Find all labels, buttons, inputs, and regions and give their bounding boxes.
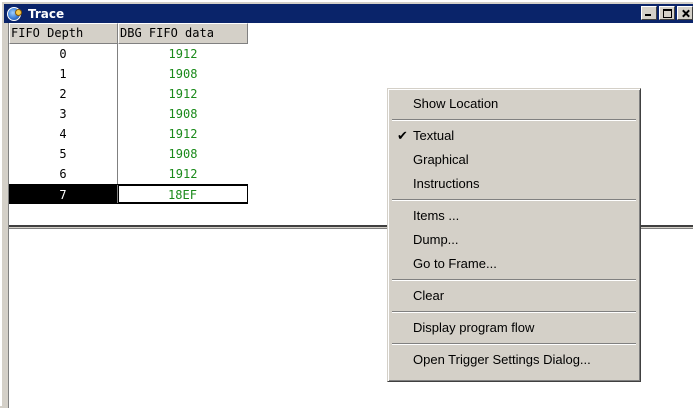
table-row[interactable]: 3 1908 <box>9 104 248 124</box>
column-header-fifo-depth[interactable]: FIFO Depth <box>9 23 118 44</box>
table-row[interactable]: 0 1912 <box>9 44 248 64</box>
fifo-depth-cell: 3 <box>9 104 118 124</box>
menu-separator <box>392 119 636 121</box>
fifo-data-cell: 1912 <box>168 167 198 181</box>
title-bar[interactable]: Trace <box>4 4 693 23</box>
menu-item-clear[interactable]: Clear <box>391 284 637 308</box>
menu-item-graphical[interactable]: Graphical <box>391 148 637 172</box>
table-row[interactable]: 2 1912 <box>9 84 248 104</box>
menu-item-textual[interactable]: ✔ Textual <box>391 124 637 148</box>
menu-item-dump[interactable]: Dump... <box>391 228 637 252</box>
fifo-data-cell: 18EF <box>118 185 248 203</box>
context-menu: Show Location ✔ Textual Graphical Instru… <box>387 88 641 382</box>
fifo-depth-cell: 1 <box>9 64 118 84</box>
fifo-data-cell: 1912 <box>168 47 198 61</box>
table-row[interactable]: 5 1908 <box>9 144 248 164</box>
window-title: Trace <box>28 6 65 21</box>
app-globe-icon[interactable] <box>7 6 23 22</box>
fifo-depth-cell: 4 <box>9 124 118 144</box>
menu-item-display-program-flow[interactable]: Display program flow <box>391 316 637 340</box>
fifo-depth-cell: 0 <box>9 44 118 64</box>
menu-separator <box>392 311 636 313</box>
trace-window: Trace FIFO Depth DBG FIFO data 0 1912 1 … <box>0 0 693 408</box>
menu-separator <box>392 199 636 201</box>
fifo-data-cell: 1908 <box>168 67 198 81</box>
menu-item-instructions[interactable]: Instructions <box>391 172 637 196</box>
checkmark-icon: ✔ <box>397 128 408 143</box>
fifo-depth-cell: 6 <box>9 164 118 184</box>
fifo-data-cell: 1912 <box>168 87 198 101</box>
menu-separator <box>392 343 636 345</box>
table-row[interactable]: 4 1912 <box>9 124 248 144</box>
menu-item-label: Textual <box>413 128 455 143</box>
menu-item-show-location[interactable]: Show Location <box>391 92 637 116</box>
fifo-data-cell: 1908 <box>168 147 198 161</box>
fifo-depth-cell: 5 <box>9 144 118 164</box>
minimize-button[interactable] <box>641 6 657 20</box>
maximize-button[interactable] <box>659 6 675 20</box>
fifo-data-cell: 1912 <box>168 127 198 141</box>
close-button[interactable] <box>677 6 693 20</box>
table-row[interactable]: 6 1912 <box>9 164 248 184</box>
menu-separator <box>392 279 636 281</box>
table-header: FIFO Depth DBG FIFO data <box>9 23 248 44</box>
table-row[interactable]: 1 1908 <box>9 64 248 84</box>
menu-item-open-trigger-settings[interactable]: Open Trigger Settings Dialog... <box>391 348 637 372</box>
column-header-dbg-fifo-data[interactable]: DBG FIFO data <box>118 23 248 44</box>
menu-item-items[interactable]: Items ... <box>391 204 637 228</box>
table-body: 0 1912 1 1908 2 1912 3 1908 4 1912 5 190… <box>9 44 248 204</box>
caption-buttons <box>639 6 693 20</box>
fifo-depth-cell: 2 <box>9 84 118 104</box>
fifo-data-cell: 1908 <box>168 107 198 121</box>
table-row-selected[interactable]: 7 18EF <box>9 184 248 204</box>
fifo-depth-cell: 7 <box>9 185 118 203</box>
menu-item-go-to-frame[interactable]: Go to Frame... <box>391 252 637 276</box>
